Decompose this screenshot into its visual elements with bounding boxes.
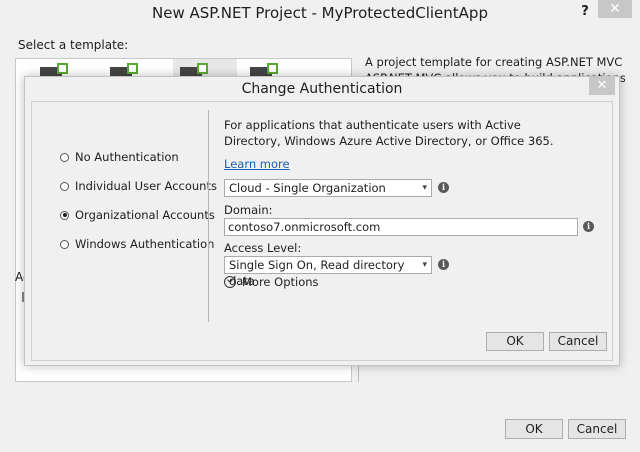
window-close-button[interactable]: ✕	[598, 0, 632, 18]
change-authentication-dialog: Change Authentication ✕ No Authenticatio…	[24, 76, 620, 366]
radio-button-selected[interactable]	[60, 210, 69, 220]
more-options-label: More Options	[242, 275, 319, 289]
info-icon[interactable]: i	[583, 221, 594, 232]
select-template-label: Select a template:	[18, 38, 129, 52]
dialog-title: Change Authentication	[241, 81, 403, 97]
ok-button[interactable]: OK	[505, 419, 563, 439]
auth-description: For applications that authenticate users…	[224, 118, 554, 148]
learn-more-link[interactable]: Learn more	[224, 157, 290, 171]
domain-input[interactable]: contoso7.onmicrosoft.com	[224, 218, 578, 236]
radio-label: No Authentication	[75, 150, 179, 164]
access-level-dropdown[interactable]: Single Sign On, Read directory data ▾	[224, 256, 432, 288]
auth-type-value: Cloud - Single Organization	[229, 181, 386, 195]
more-options-toggle[interactable]: More Options	[224, 275, 319, 289]
access-level-label: Access Level:	[224, 241, 302, 255]
auth-type-dropdown[interactable]: Cloud - Single Organization ▾	[224, 179, 432, 197]
chevron-down-icon: ▾	[422, 260, 427, 270]
radio-button[interactable]	[60, 152, 69, 162]
radio-windows-authentication[interactable]: Windows Authentication	[60, 237, 214, 251]
info-icon[interactable]: i	[438, 182, 449, 193]
window-title: New ASP.NET Project - MyProtectedClientA…	[152, 4, 488, 22]
dialog-divider	[208, 110, 209, 322]
chevron-down-icon: ▾	[422, 183, 427, 193]
radio-button[interactable]	[60, 181, 69, 191]
domain-label: Domain:	[224, 203, 273, 217]
cancel-button[interactable]: Cancel	[568, 419, 626, 439]
radio-individual-user-accounts[interactable]: Individual User Accounts	[60, 179, 217, 193]
radio-label: Windows Authentication	[75, 237, 215, 251]
expand-circle-icon	[224, 276, 236, 288]
radio-label: Individual User Accounts	[75, 179, 217, 193]
radio-button[interactable]	[60, 239, 69, 249]
radio-no-authentication[interactable]: No Authentication	[60, 150, 179, 164]
dialog-cancel-button[interactable]: Cancel	[549, 332, 607, 351]
description-line: A project template for creating ASP.NET …	[365, 55, 625, 69]
radio-label: Organizational Accounts	[75, 208, 215, 222]
info-icon[interactable]: i	[438, 259, 449, 270]
help-button[interactable]: ?	[576, 2, 594, 22]
dialog-close-button[interactable]: ✕	[589, 77, 615, 95]
radio-organizational-accounts[interactable]: Organizational Accounts	[60, 208, 215, 222]
dialog-ok-button[interactable]: OK	[486, 332, 544, 351]
